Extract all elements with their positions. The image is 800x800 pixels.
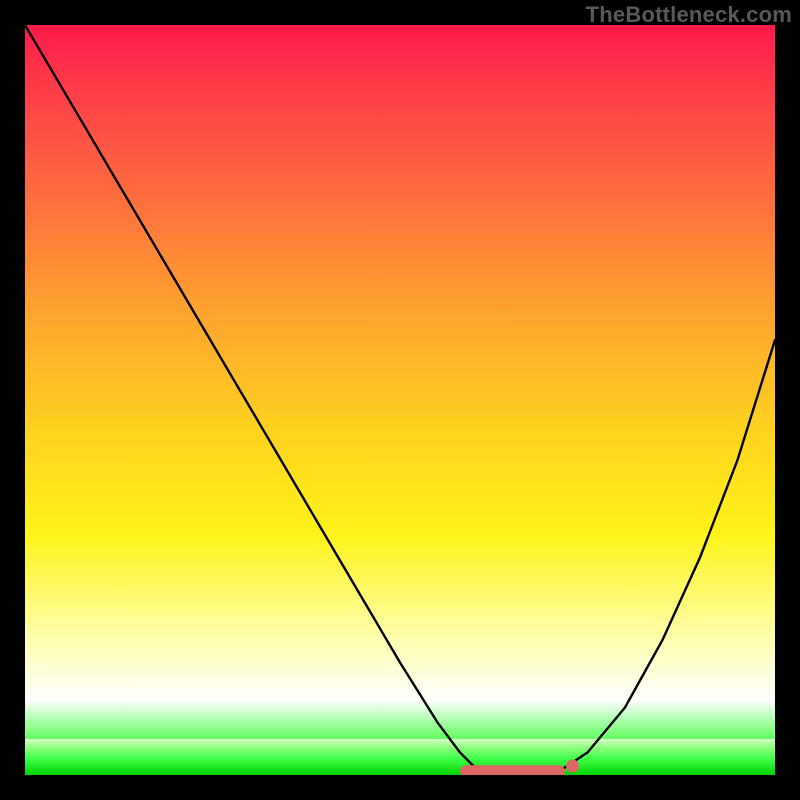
bottleneck-curve [25,25,775,775]
chart-stage: TheBottleneck.com [0,0,800,800]
plot-area [25,25,775,775]
curve-overlay [25,25,775,775]
optimal-dot-marker [566,760,579,773]
optimal-range-marker [460,765,565,775]
